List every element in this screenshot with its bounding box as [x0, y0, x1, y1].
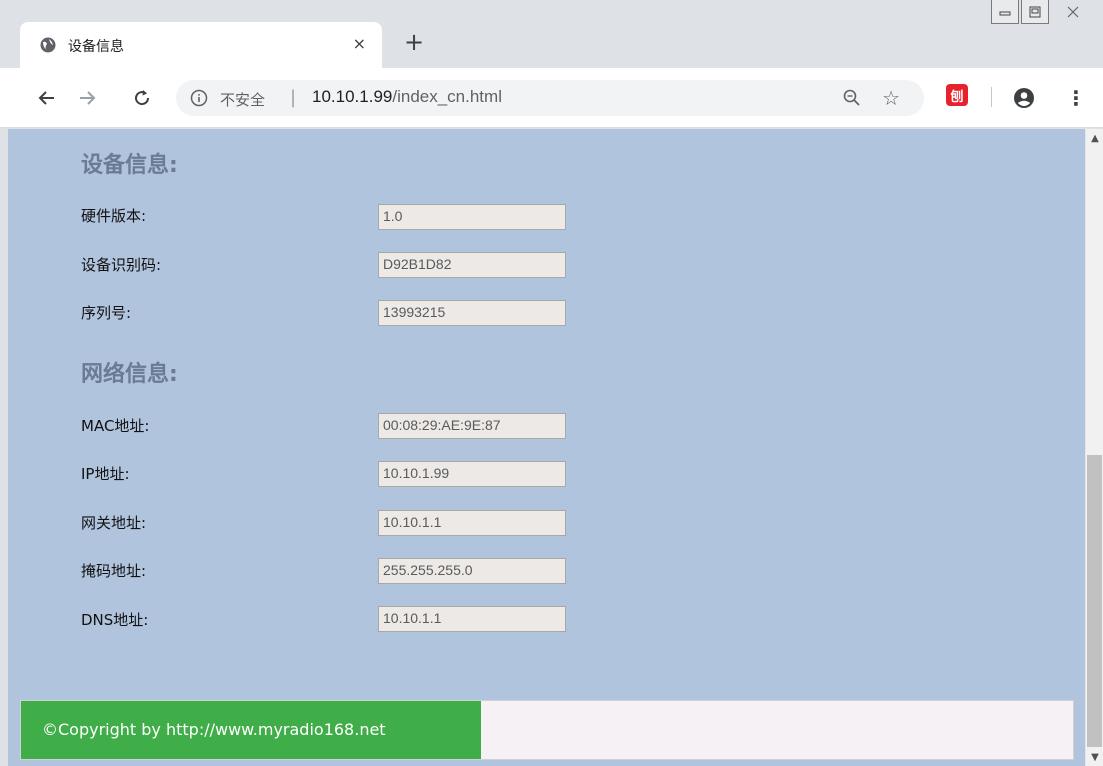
- scroll-up-arrow-icon[interactable]: ▲: [1086, 129, 1103, 147]
- url-path: /index_cn.html: [392, 87, 502, 106]
- tab-title: 设备信息: [68, 39, 124, 55]
- mac-address-field[interactable]: 00:08:29:AE:9E:87: [378, 413, 566, 439]
- bookmark-star-icon[interactable]: ☆: [882, 86, 900, 110]
- url-separator: |: [290, 87, 297, 108]
- back-button[interactable]: [34, 86, 58, 110]
- window-left-edge: [0, 129, 8, 766]
- minimize-icon: [999, 11, 1011, 15]
- toolbar-divider: [991, 87, 992, 107]
- new-tab-button[interactable]: +: [402, 30, 426, 55]
- close-window-button[interactable]: [1051, 0, 1095, 24]
- footer-copyright-block: ©Copyright by http://www.myradio168.net: [21, 701, 481, 759]
- scroll-down-arrow-icon[interactable]: ▼: [1086, 748, 1103, 766]
- globe-icon: [40, 37, 56, 53]
- hardware-version-field[interactable]: 1.0: [378, 204, 566, 230]
- close-icon: [1067, 6, 1079, 18]
- url-text[interactable]: 10.10.1.99/index_cn.html: [312, 87, 502, 107]
- close-tab-icon[interactable]: ×: [353, 34, 366, 53]
- scrollbar-thumb[interactable]: [1087, 455, 1102, 747]
- serial-number-field[interactable]: 13993215: [378, 300, 566, 326]
- reload-button[interactable]: [130, 86, 154, 110]
- page-viewport: 设备信息: 硬件版本: 1.0 设备识别码: D92B1D82 序列号: 139…: [8, 129, 1085, 766]
- copyright-text: ©Copyright by http://www.myradio168.net: [42, 720, 386, 739]
- not-secure-label: 不安全: [220, 91, 266, 109]
- vertical-scrollbar[interactable]: ▲ ▼: [1085, 129, 1103, 766]
- serial-number-label: 序列号:: [81, 304, 132, 322]
- url-host: 10.10.1.99: [312, 87, 393, 106]
- minimize-button[interactable]: [991, 0, 1019, 24]
- browser-tab[interactable]: 设备信息 ×: [20, 22, 382, 68]
- maximize-icon: [1029, 6, 1041, 17]
- maximize-button[interactable]: [1021, 0, 1049, 24]
- device-id-label: 设备识别码:: [81, 256, 162, 274]
- reload-icon: [135, 90, 150, 106]
- address-bar[interactable]: 不安全 | 10.10.1.99/index_cn.html ☆: [176, 80, 924, 116]
- device-id-field[interactable]: D92B1D82: [378, 252, 566, 278]
- info-icon[interactable]: [190, 89, 208, 107]
- ip-address-label: IP地址:: [81, 465, 130, 483]
- forward-arrow-icon: [80, 91, 96, 105]
- netmask-field[interactable]: 255.255.255.0: [378, 558, 566, 584]
- gateway-address-field[interactable]: 10.10.1.1: [378, 510, 566, 536]
- browser-toolbar: 不安全 | 10.10.1.99/index_cn.html ☆ ⋮: [0, 68, 1103, 128]
- forward-button[interactable]: [76, 86, 100, 110]
- browser-titlebar: 设备信息 × +: [0, 0, 1103, 68]
- network-info-heading: 网络信息:: [81, 362, 178, 387]
- hardware-version-label: 硬件版本:: [81, 207, 147, 225]
- gateway-address-label: 网关地址:: [81, 514, 147, 532]
- netmask-label: 掩码地址:: [81, 562, 147, 580]
- page-footer: ©Copyright by http://www.myradio168.net: [20, 700, 1074, 760]
- zoom-icon[interactable]: [842, 88, 862, 108]
- dns-address-field[interactable]: 10.10.1.1: [378, 606, 566, 632]
- profile-button[interactable]: [1012, 86, 1036, 110]
- window-controls: [989, 0, 1095, 28]
- device-info-heading: 设备信息:: [81, 153, 178, 178]
- kebab-menu-icon: ⋮: [1066, 86, 1086, 110]
- account-icon: [1014, 88, 1034, 108]
- ip-address-field[interactable]: 10.10.1.99: [378, 461, 566, 487]
- dns-address-label: DNS地址:: [81, 611, 149, 629]
- extension-icon[interactable]: 刨: [946, 84, 968, 106]
- back-arrow-icon: [38, 91, 54, 105]
- menu-button[interactable]: ⋮: [1064, 86, 1088, 110]
- mac-address-label: MAC地址:: [81, 417, 150, 435]
